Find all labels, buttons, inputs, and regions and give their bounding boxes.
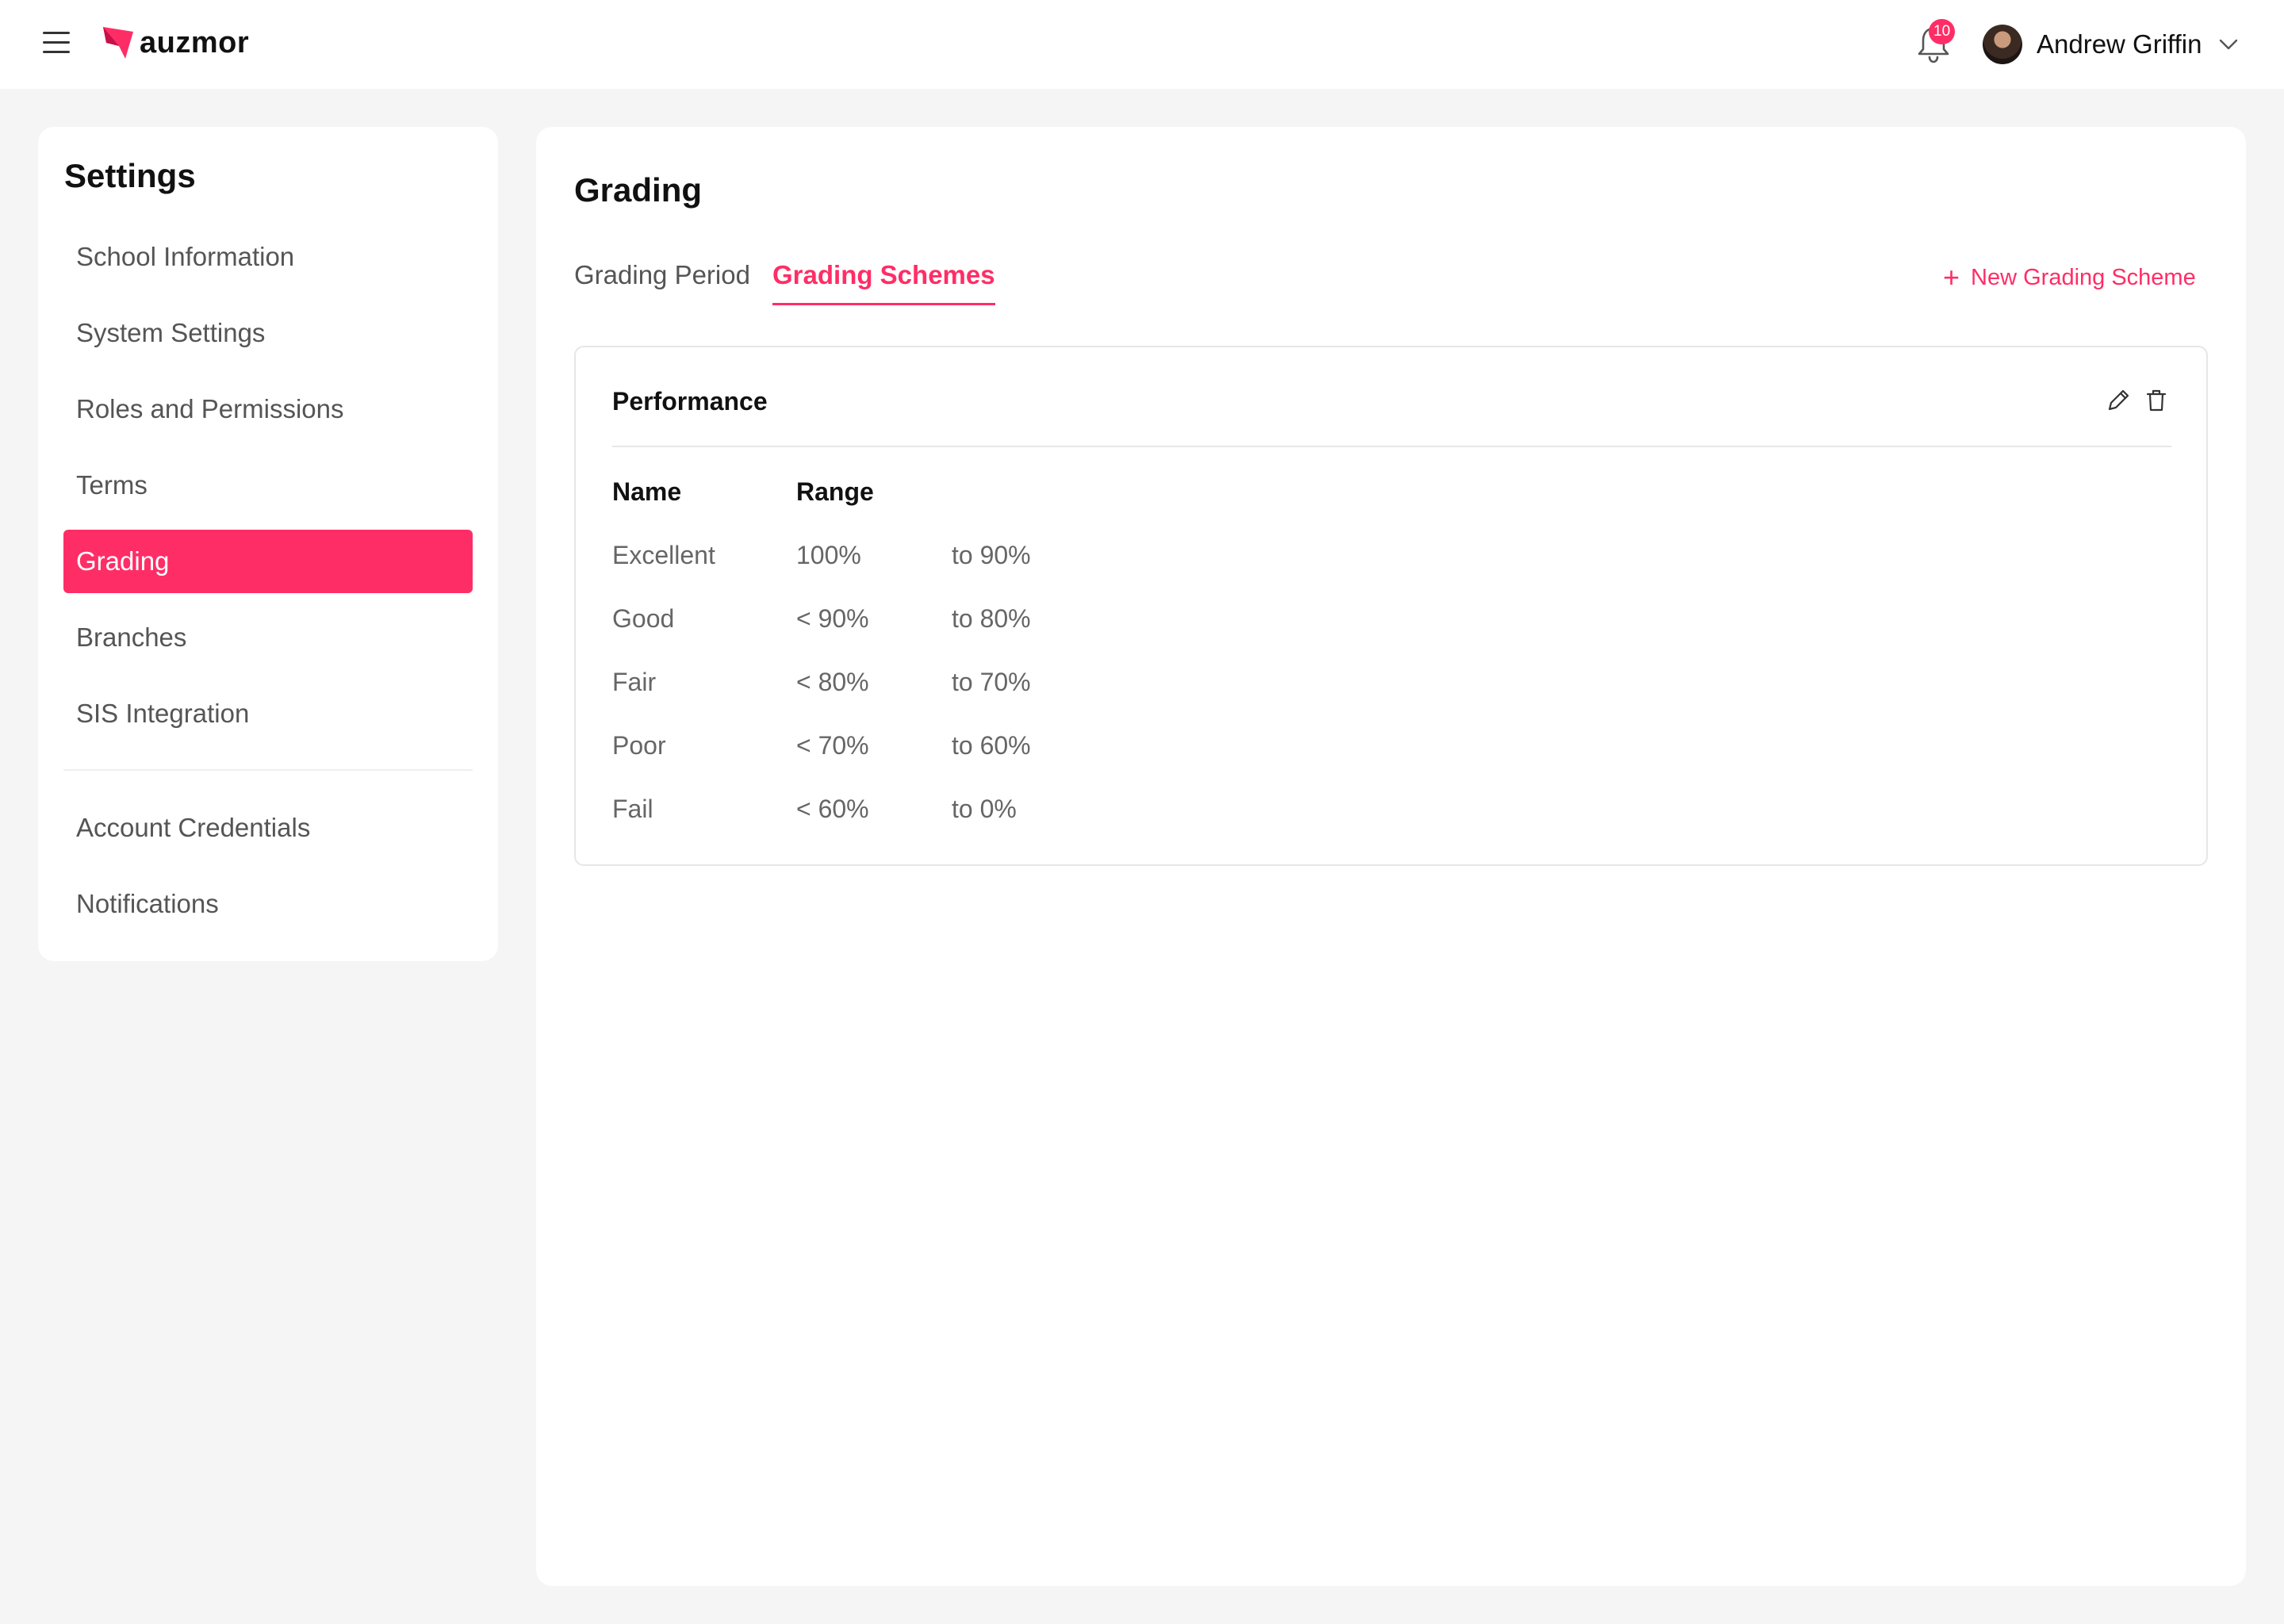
top-bar: auzmor 10 Andrew Griffin	[0, 0, 2284, 89]
auzmor-logo-icon	[103, 27, 133, 59]
scheme-name: Performance	[612, 387, 768, 416]
sidebar-item-terms[interactable]: Terms	[63, 454, 473, 517]
trash-icon[interactable]	[2143, 387, 2170, 414]
chevron-down-icon	[2220, 39, 2238, 50]
column-header-range: Range	[796, 477, 874, 506]
page-title: Grading	[574, 171, 703, 209]
range-from: < 80%	[796, 668, 869, 696]
range-from: 100%	[796, 541, 861, 569]
range-from: < 70%	[796, 731, 869, 760]
user-name: Andrew Griffin	[2037, 29, 2202, 59]
range-from: < 60%	[796, 795, 869, 823]
range-to: to 70%	[952, 668, 1031, 696]
grading-scheme-card: Performance Name Range Excellent 100% to…	[574, 346, 2208, 866]
menu-icon[interactable]	[43, 32, 71, 56]
sidebar-item-system-settings[interactable]: System Settings	[63, 301, 473, 365]
sidebar-divider	[63, 769, 473, 771]
grade-name: Poor	[612, 731, 666, 760]
sidebar-item-sis-integration[interactable]: SIS Integration	[63, 682, 473, 745]
new-grading-scheme-button[interactable]: + New Grading Scheme	[1943, 263, 2196, 292]
range-from: < 90%	[796, 604, 869, 633]
main-panel: Grading Grading Period Grading Schemes +…	[536, 127, 2246, 1586]
sidebar-item-grading[interactable]: Grading	[63, 530, 473, 593]
range-to: to 60%	[952, 731, 1031, 760]
scheme-actions	[2094, 387, 2170, 414]
range-to: to 80%	[952, 604, 1031, 633]
edit-icon[interactable]	[2105, 387, 2132, 414]
logo[interactable]: auzmor	[102, 24, 249, 62]
sidebar-item-school-information[interactable]: School Information	[63, 225, 473, 289]
range-to: to 90%	[952, 541, 1031, 569]
new-grading-scheme-label: New Grading Scheme	[1971, 264, 2196, 290]
sidebar-item-account-credentials[interactable]: Account Credentials	[63, 796, 473, 860]
grade-name: Excellent	[612, 541, 715, 569]
sidebar-item-branches[interactable]: Branches	[63, 606, 473, 669]
plus-icon: +	[1943, 261, 1960, 293]
range-to: to 0%	[952, 795, 1017, 823]
card-divider	[612, 446, 2171, 447]
sidebar-item-notifications[interactable]: Notifications	[63, 872, 473, 936]
brand-name: auzmor	[140, 25, 250, 59]
user-menu[interactable]: Andrew Griffin	[1983, 24, 2240, 65]
settings-sidebar: Settings School Information System Setti…	[38, 127, 498, 961]
tab-grading-period[interactable]: Grading Period	[574, 260, 750, 303]
grade-name: Good	[612, 604, 675, 633]
notification-count-badge: 10	[1929, 19, 1956, 44]
avatar	[1983, 25, 2022, 64]
sidebar-item-roles-and-permissions[interactable]: Roles and Permissions	[63, 377, 473, 441]
sidebar-title: Settings	[64, 157, 196, 194]
grade-name: Fail	[612, 795, 653, 823]
column-header-name: Name	[612, 477, 682, 506]
tab-grading-schemes[interactable]: Grading Schemes	[772, 260, 995, 305]
grade-name: Fair	[612, 668, 657, 696]
